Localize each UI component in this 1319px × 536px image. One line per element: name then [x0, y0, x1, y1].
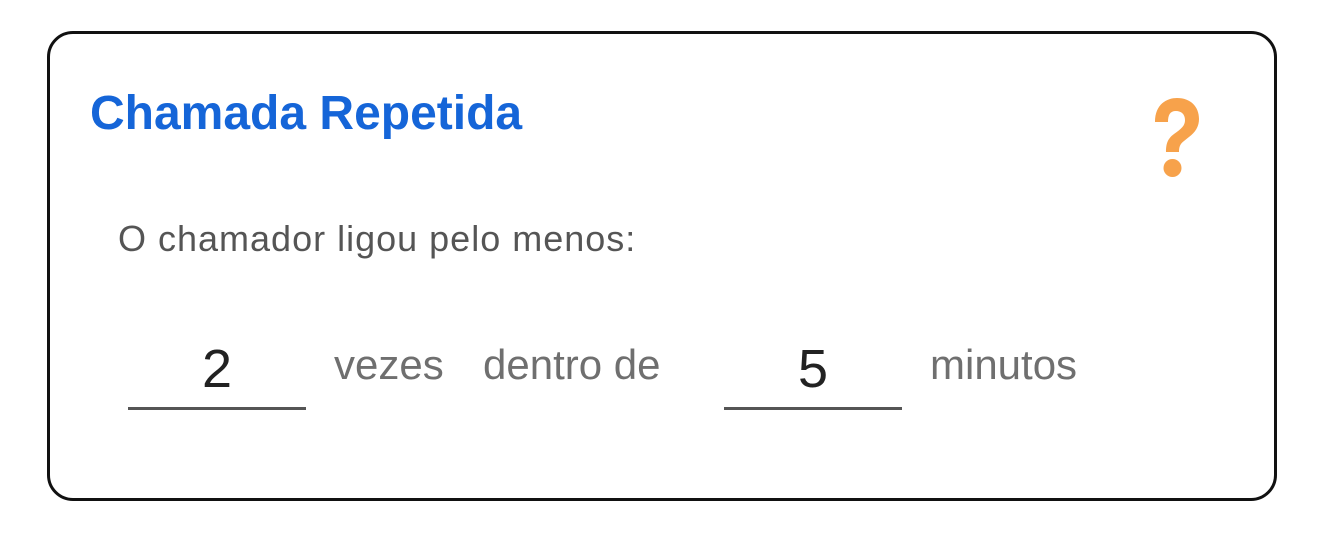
within-label: dentro de: [483, 341, 661, 388]
times-label: vezes: [334, 341, 444, 388]
repeated-call-card: Chamada Repetida O chamador ligou pelo m…: [47, 31, 1277, 501]
instruction-text: O chamador ligou pelo menos:: [118, 218, 637, 259]
times-input[interactable]: [128, 330, 306, 410]
minutes-label: minutos: [930, 341, 1078, 388]
question-mark-icon: [1155, 98, 1199, 177]
card-title: Chamada Repetida: [90, 87, 523, 140]
minutes-input[interactable]: [724, 330, 902, 410]
help-button[interactable]: [1145, 92, 1205, 182]
